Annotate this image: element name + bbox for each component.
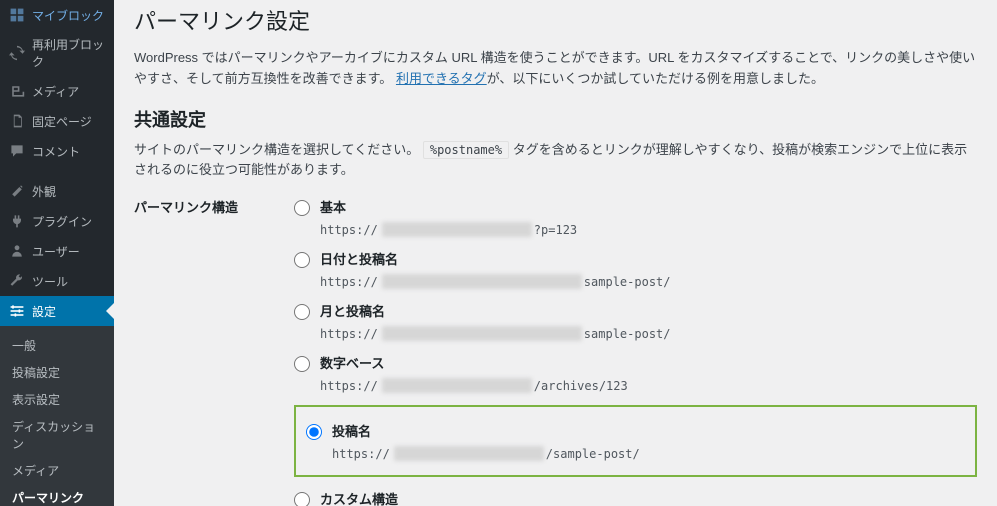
permalink-structure-label: パーマリンク構造: [134, 191, 294, 506]
permalink-example-url: https:///archives/123: [320, 378, 977, 393]
permalink-radio-4[interactable]: [306, 424, 322, 440]
sidebar-item-5[interactable]: 外観: [0, 176, 114, 206]
permalink-option-0: 基本 https://?p=123: [294, 191, 977, 243]
permalink-example-url: https://sample-post/: [320, 326, 977, 341]
sidebar-item-1[interactable]: 再利用ブロック: [0, 30, 114, 76]
sidebar-item-8[interactable]: ツール: [0, 266, 114, 296]
submenu-item-5[interactable]: パーマリンク: [0, 484, 114, 506]
user-icon: [8, 242, 26, 260]
sidebar-item-label: マイブロック: [32, 7, 106, 24]
sidebar-item-label: ツール: [32, 273, 106, 290]
sidebar-item-0[interactable]: マイブロック: [0, 0, 114, 30]
sidebar-item-label: 外観: [32, 183, 106, 200]
tool-icon: [8, 272, 26, 290]
permalink-option-2: 月と投稿名 https://sample-post/: [294, 295, 977, 347]
submenu-item-0[interactable]: 一般: [0, 332, 114, 359]
permalink-option-label[interactable]: 月と投稿名: [320, 304, 385, 319]
sidebar-item-4[interactable]: コメント: [0, 136, 114, 166]
permalink-example-url: https://?p=123: [320, 222, 977, 237]
permalink-option-label[interactable]: 日付と投稿名: [320, 252, 398, 267]
permalink-option-4: 投稿名 https:///sample-post/: [306, 415, 965, 467]
sidebar-item-7[interactable]: ユーザー: [0, 236, 114, 266]
permalink-option-1: 日付と投稿名 https://sample-post/: [294, 243, 977, 295]
settings-icon: [8, 302, 26, 320]
permalink-option-label[interactable]: 基本: [320, 200, 346, 215]
submenu-item-4[interactable]: メディア: [0, 457, 114, 484]
sidebar-item-label: ユーザー: [32, 243, 106, 260]
page-title: パーマリンク設定: [134, 4, 977, 36]
common-settings-description: サイトのパーマリンク構造を選択してください。 %postname% タグを含める…: [134, 140, 977, 182]
intro-paragraph: WordPress ではパーマリンクやアーカイブにカスタム URL 構造を使うこ…: [134, 48, 977, 90]
recycle-icon: [8, 44, 26, 62]
brush-icon: [8, 182, 26, 200]
sidebar-item-2[interactable]: メディア: [0, 76, 114, 106]
permalink-radio-2[interactable]: [294, 304, 310, 320]
sidebar-item-label: プラグイン: [32, 213, 106, 230]
common-settings-heading: 共通設定: [134, 106, 977, 132]
submenu-item-2[interactable]: 表示設定: [0, 386, 114, 413]
sidebar-item-label: コメント: [32, 143, 106, 160]
permalink-radio-3[interactable]: [294, 356, 310, 372]
permalink-option-label[interactable]: 数字ベース: [320, 356, 384, 371]
submenu-item-3[interactable]: ディスカッション: [0, 413, 114, 457]
comment-icon: [8, 142, 26, 160]
main-content: パーマリンク設定 WordPress ではパーマリンクやアーカイブにカスタム U…: [114, 0, 997, 506]
permalink-option-3: 数字ベース https:///archives/123: [294, 347, 977, 399]
permalink-option-label[interactable]: 投稿名: [332, 424, 371, 439]
permalink-example-url: https://sample-post/: [320, 274, 977, 289]
permalink-option-label[interactable]: カスタム構造: [320, 492, 398, 506]
page-icon: [8, 112, 26, 130]
permalink-example-url: https:///sample-post/: [332, 446, 965, 461]
sidebar-item-label: メディア: [32, 83, 106, 100]
sidebar-item-label: 固定ページ: [32, 113, 106, 130]
plug-icon: [8, 212, 26, 230]
grid-icon: [8, 6, 26, 24]
permalink-option-5: カスタム構造https://利用可能なタグ:%year%%monthnum%%d…: [294, 483, 977, 506]
sidebar-item-6[interactable]: プラグイン: [0, 206, 114, 236]
sidebar-item-label: 設定: [32, 303, 106, 320]
submenu-item-1[interactable]: 投稿設定: [0, 359, 114, 386]
permalink-radio-0[interactable]: [294, 200, 310, 216]
sidebar-item-label: 再利用ブロック: [32, 36, 106, 70]
permalink-radio-1[interactable]: [294, 252, 310, 268]
sidebar-item-3[interactable]: 固定ページ: [0, 106, 114, 136]
sidebar-item-9[interactable]: 設定: [0, 296, 114, 326]
available-tags-link[interactable]: 利用できるタグ: [396, 71, 487, 86]
media-icon: [8, 82, 26, 100]
permalink-radio-5[interactable]: [294, 492, 310, 506]
